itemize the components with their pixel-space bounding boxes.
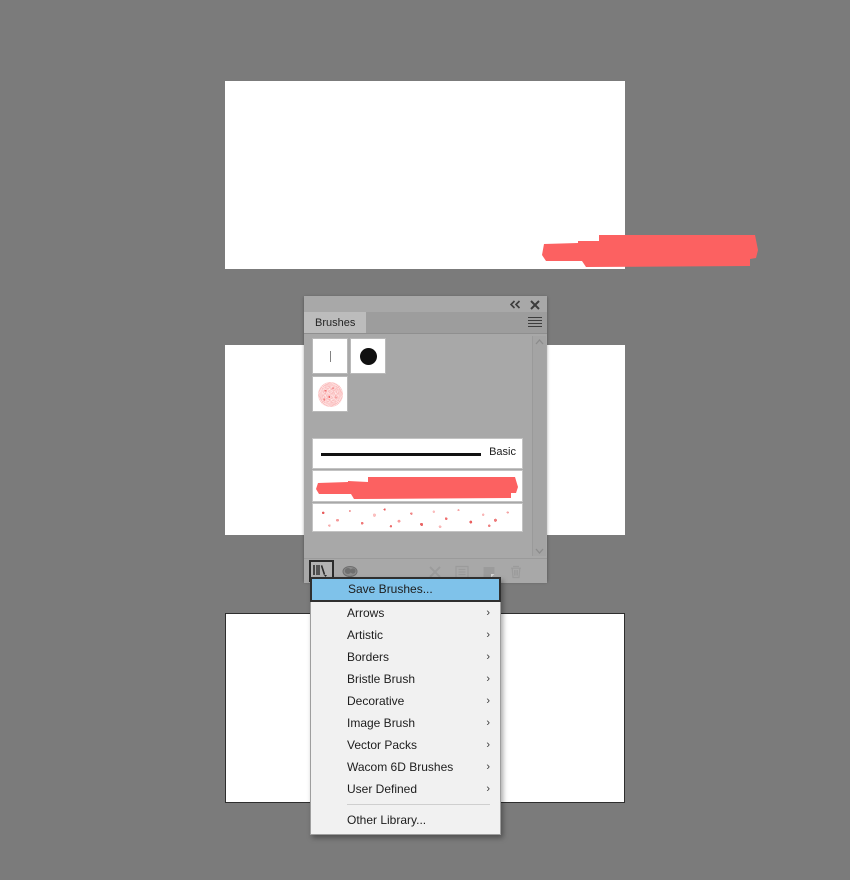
menu-line — [528, 320, 542, 321]
brush-stroke-basic[interactable]: Basic — [312, 438, 523, 469]
menu-item-save-brushes-label: Save Brushes... — [348, 582, 433, 596]
chevron-right-icon: › — [486, 673, 490, 685]
marker-stroke-artwork — [542, 235, 758, 267]
thin-line-icon — [330, 351, 331, 362]
menu-item-user-defined-label: User Defined — [347, 782, 418, 796]
menu-item-arrows-label: Arrows — [347, 606, 385, 620]
menu-item-save-brushes[interactable]: Save Brushes... — [310, 577, 501, 602]
chevron-down-icon[interactable] — [533, 545, 546, 556]
panel-menu-icon[interactable] — [528, 316, 542, 328]
brush-stroke-scatter[interactable] — [312, 503, 523, 532]
brushes-list: Basic — [304, 334, 547, 558]
scatter-stroke-icon — [315, 506, 520, 529]
marker-stroke-icon — [316, 477, 518, 499]
menu-item-vector-packs-label: Vector Packs — [347, 738, 418, 752]
menu-line — [528, 326, 542, 327]
brush-definition-grid — [312, 338, 522, 412]
chevron-right-icon: › — [486, 717, 490, 729]
chevron-right-icon: › — [486, 651, 490, 663]
collapse-double-chevron-icon[interactable] — [507, 298, 523, 311]
brush-libraries-context-menu: Save Brushes... Arrows › Artistic › Bord… — [310, 577, 501, 835]
menu-separator — [347, 804, 490, 805]
tab-brushes-label: Brushes — [315, 316, 356, 329]
menu-item-other-library[interactable]: Other Library... — [311, 809, 500, 831]
menu-item-bristle-brush[interactable]: Bristle Brush › — [311, 668, 500, 690]
basic-line-icon — [321, 453, 481, 456]
brush-scatter-speckle[interactable] — [312, 376, 348, 412]
menu-line — [528, 317, 542, 318]
menu-item-arrows[interactable]: Arrows › — [311, 602, 500, 624]
speckle-circle-icon — [318, 382, 343, 407]
menu-item-borders-label: Borders — [347, 650, 390, 664]
brushes-panel: Brushes Basic — [304, 296, 547, 583]
close-icon-glyph — [530, 299, 540, 310]
chevron-right-icon: › — [486, 629, 490, 641]
chevron-right-icon: › — [486, 739, 490, 751]
chevron-right-icon: › — [486, 695, 490, 707]
menu-item-bristle-brush-label: Bristle Brush — [347, 672, 416, 686]
brush-calligraphic-round[interactable] — [350, 338, 386, 374]
menu-item-other-library-label: Other Library... — [347, 813, 427, 827]
chevron-right-icon: › — [486, 607, 490, 619]
menu-line — [528, 323, 542, 324]
chevron-down-glyph — [535, 548, 544, 554]
menu-item-artistic[interactable]: Artistic › — [311, 624, 500, 646]
delete-brush[interactable] — [505, 562, 527, 581]
panel-scrollbar[interactable] — [532, 336, 546, 556]
chevron-right-icon: › — [486, 783, 490, 795]
brush-stroke-basic-label: Basic — [489, 446, 516, 458]
menu-item-decorative-label: Decorative — [347, 694, 405, 708]
menu-item-decorative[interactable]: Decorative › — [311, 690, 500, 712]
tab-brushes[interactable]: Brushes — [304, 312, 367, 333]
brush-calligraphic-thin[interactable] — [312, 338, 348, 374]
panel-titlebar[interactable] — [304, 296, 547, 312]
close-icon[interactable] — [527, 298, 543, 311]
brush-definition-row — [312, 338, 388, 412]
menu-item-user-defined[interactable]: User Defined › — [311, 778, 500, 800]
round-dot-icon — [360, 348, 377, 365]
menu-item-wacom-6d-brushes-label: Wacom 6D Brushes — [347, 760, 454, 774]
chevron-up-icon[interactable] — [533, 336, 546, 347]
collapse-icon-glyph — [509, 300, 520, 309]
menu-item-image-brush[interactable]: Image Brush › — [311, 712, 500, 734]
menu-item-borders[interactable]: Borders › — [311, 646, 500, 668]
chevron-right-icon: › — [486, 761, 490, 773]
library-icon — [313, 565, 327, 577]
menu-item-vector-packs[interactable]: Vector Packs › — [311, 734, 500, 756]
chevron-up-glyph — [535, 338, 544, 344]
trash-icon — [511, 565, 521, 578]
panel-tabbar: Brushes — [304, 312, 547, 334]
menu-item-wacom-6d-brushes[interactable]: Wacom 6D Brushes › — [311, 756, 500, 778]
artboard-top — [225, 81, 758, 269]
menu-item-image-brush-label: Image Brush — [347, 716, 416, 730]
menu-item-artistic-label: Artistic — [347, 628, 383, 642]
brush-stroke-marker[interactable] — [312, 470, 523, 502]
